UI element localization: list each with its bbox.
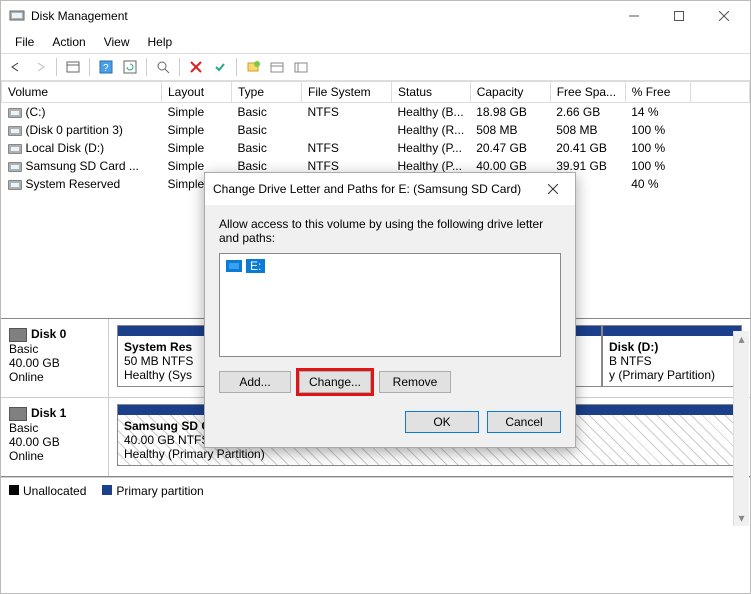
drive-icon	[226, 260, 242, 272]
disk-type: Basic	[9, 421, 100, 435]
view-icon[interactable]	[62, 56, 84, 78]
legend: Unallocated Primary partition	[1, 477, 750, 504]
list-icon[interactable]	[290, 56, 312, 78]
disk-status: Online	[9, 449, 100, 463]
help-icon[interactable]: ?	[95, 56, 117, 78]
drive-path-item[interactable]: E:	[224, 258, 556, 274]
col-status[interactable]: Status	[392, 82, 471, 103]
menu-action[interactable]: Action	[44, 33, 93, 51]
app-icon	[9, 7, 25, 26]
volume-row[interactable]: (C:)SimpleBasicNTFSHealthy (B...18.98 GB…	[2, 103, 750, 122]
check-icon[interactable]	[209, 56, 231, 78]
ok-button[interactable]: OK	[405, 411, 479, 433]
menu-view[interactable]: View	[96, 33, 138, 51]
partition-box[interactable]: System Res 50 MB NTFS Healthy (Sys	[117, 325, 207, 387]
window-title: Disk Management	[31, 9, 611, 23]
scroll-up-icon[interactable]: ▴	[734, 331, 749, 347]
add-button[interactable]: Add...	[219, 371, 291, 393]
new-partition-icon[interactable]	[242, 56, 264, 78]
back-button[interactable]	[5, 56, 27, 78]
col-capacity[interactable]: Capacity	[470, 82, 550, 103]
volume-icon	[8, 126, 22, 136]
minimize-button[interactable]	[611, 2, 656, 30]
scrollbar[interactable]: ▴ ▾	[733, 331, 749, 526]
volume-row[interactable]: (Disk 0 partition 3)SimpleBasicHealthy (…	[2, 121, 750, 139]
partition-size: 40.00 GB NTFS	[124, 433, 209, 447]
title-bar: Disk Management	[1, 1, 750, 31]
partition-status: y (Primary Partition)	[609, 368, 715, 382]
maximize-button[interactable]	[656, 2, 701, 30]
volume-icon	[8, 162, 22, 172]
disk-info[interactable]: Disk 0 Basic 40.00 GB Online	[1, 319, 109, 397]
partition-title: Disk (D:)	[609, 340, 658, 354]
dialog-instruction: Allow access to this volume by using the…	[219, 217, 561, 245]
drive-paths-listbox[interactable]: E:	[219, 253, 561, 357]
partition-size: B NTFS	[609, 354, 652, 368]
dialog-close-button[interactable]	[539, 179, 567, 199]
col-volume[interactable]: Volume	[2, 82, 162, 103]
disk-label: Disk 0	[31, 327, 66, 341]
volume-list-header[interactable]: Volume Layout Type File System Status Ca…	[2, 82, 750, 103]
legend-unallocated: Unallocated	[9, 484, 86, 498]
col-freespace[interactable]: Free Spa...	[550, 82, 625, 103]
delete-icon[interactable]	[185, 56, 207, 78]
disk-label: Disk 1	[31, 406, 66, 420]
partition-size: 50 MB NTFS	[124, 354, 193, 368]
properties-icon[interactable]	[266, 56, 288, 78]
volume-row[interactable]: Local Disk (D:)SimpleBasicNTFSHealthy (P…	[2, 139, 750, 157]
scroll-down-icon[interactable]: ▾	[734, 510, 749, 526]
forward-button[interactable]	[29, 56, 51, 78]
change-drive-letter-dialog: Change Drive Letter and Paths for E: (Sa…	[204, 172, 576, 448]
svg-text:?: ?	[103, 63, 109, 74]
col-type[interactable]: Type	[232, 82, 302, 103]
menu-help[interactable]: Help	[140, 33, 181, 51]
menu-bar: File Action View Help	[1, 31, 750, 53]
refresh-icon[interactable]	[119, 56, 141, 78]
volume-icon	[8, 108, 22, 118]
remove-button[interactable]: Remove	[379, 371, 451, 393]
toolbar: ?	[1, 53, 750, 81]
col-pctfree[interactable]: % Free	[625, 82, 690, 103]
dialog-title-bar[interactable]: Change Drive Letter and Paths for E: (Sa…	[205, 173, 575, 205]
close-button[interactable]	[701, 2, 746, 30]
window-controls	[611, 2, 746, 30]
disk-size: 40.00 GB	[9, 356, 100, 370]
volume-icon	[8, 144, 22, 154]
change-button[interactable]: Change...	[299, 371, 371, 393]
partition-title: System Res	[124, 340, 192, 354]
find-icon[interactable]	[152, 56, 174, 78]
menu-file[interactable]: File	[7, 33, 42, 51]
disk-icon	[9, 407, 27, 421]
partition-status: Healthy (Primary Partition)	[124, 447, 265, 461]
partition-status: Healthy (Sys	[124, 368, 192, 382]
disk-size: 40.00 GB	[9, 435, 100, 449]
cancel-button[interactable]: Cancel	[487, 411, 561, 433]
col-filesystem[interactable]: File System	[302, 82, 392, 103]
dialog-title: Change Drive Letter and Paths for E: (Sa…	[213, 182, 539, 196]
disk-status: Online	[9, 370, 100, 384]
disk-icon	[9, 328, 27, 342]
disk-info[interactable]: Disk 1 Basic 40.00 GB Online	[1, 398, 109, 476]
partition-box[interactable]: Disk (D:) B NTFS y (Primary Partition)	[602, 325, 742, 387]
disk-type: Basic	[9, 342, 100, 356]
legend-primary: Primary partition	[102, 484, 203, 498]
volume-icon	[8, 180, 22, 190]
drive-letter-selected: E:	[246, 259, 265, 273]
col-layout[interactable]: Layout	[162, 82, 232, 103]
